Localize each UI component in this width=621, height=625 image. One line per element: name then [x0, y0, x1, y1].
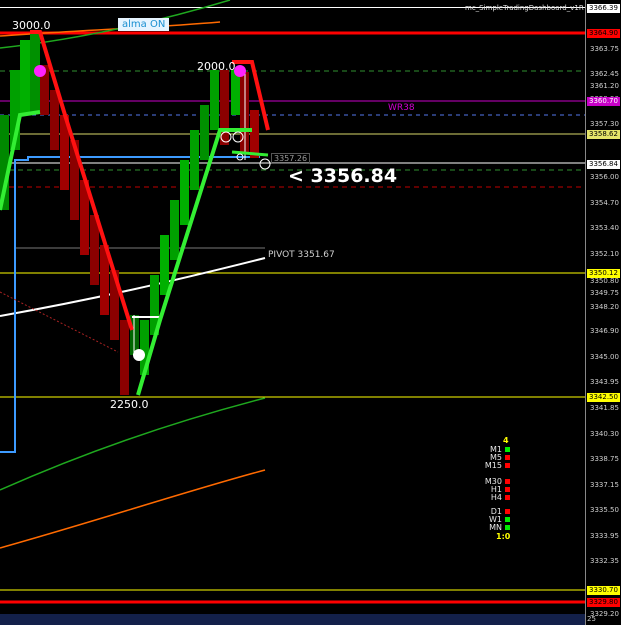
timeframe-label: M15 — [484, 461, 502, 470]
price-tag: 3358.62 — [587, 130, 620, 139]
price-tick: 3332.35 — [590, 557, 619, 565]
price-tick: 3346.90 — [590, 327, 619, 335]
label-price-small: 3357.26 — [271, 153, 311, 164]
status-square-icon — [505, 525, 510, 530]
status-square-icon — [505, 495, 510, 500]
timeframe-row: MN — [480, 524, 510, 532]
indicator-title: mc_SimpleTradingDashboard_v1R — [465, 4, 584, 12]
price-axis[interactable]: 3365.203363.753362.453361.203359.903357.… — [585, 0, 621, 625]
candle — [20, 40, 30, 115]
timeframe-row: H4 — [480, 494, 510, 502]
price-tick: 3340.30 — [590, 430, 619, 438]
status-square-icon — [505, 487, 510, 492]
candle — [50, 90, 59, 150]
price-tick: 3362.45 — [590, 70, 619, 78]
price-tag: 3356.84 — [587, 160, 620, 169]
label-3000: 3000.0 — [12, 19, 51, 32]
status-square-icon — [505, 447, 510, 452]
price-tag: 3360.70 — [587, 97, 620, 106]
ma-white — [0, 257, 266, 317]
price-tick: 3352.10 — [590, 250, 619, 258]
price-tag: 3329.80 — [587, 598, 620, 607]
price-tick: 3345.00 — [590, 353, 619, 361]
status-square-icon — [505, 517, 510, 522]
status-square-icon — [505, 509, 510, 514]
price-tick: 3363.75 — [590, 45, 619, 53]
price-tick: 3361.20 — [590, 82, 619, 90]
pivot-marker-magenta — [34, 65, 46, 77]
label-2000: 2000.0 — [197, 60, 236, 73]
price-tick: 3338.75 — [590, 455, 619, 463]
trend-green-short — [231, 150, 269, 157]
price-tag: 3364.90 — [587, 29, 620, 38]
status-square-icon — [505, 455, 510, 460]
price-tick: 3357.30 — [590, 120, 619, 128]
candle — [220, 70, 229, 145]
timeframe-label: MN — [489, 523, 502, 532]
ma-orange-bottom — [0, 469, 266, 549]
fractal-marker — [259, 158, 271, 170]
signal-count: 4 — [503, 436, 509, 445]
label-pivot: PIVOT 3351.67 — [268, 250, 335, 260]
bottom-scroll-strip[interactable] — [0, 614, 585, 625]
pivot-marker-magenta — [234, 65, 246, 77]
price-tick: 3356.00 — [590, 173, 619, 181]
price-tag: 3330.70 — [587, 586, 620, 595]
candle — [120, 320, 129, 395]
candle — [160, 235, 169, 295]
price-tick: 3353.40 — [590, 224, 619, 232]
price-tick: 3348.20 — [590, 303, 619, 311]
price-tick: 3335.50 — [590, 506, 619, 514]
status-square-icon — [505, 463, 510, 468]
candle — [250, 110, 259, 158]
candle — [200, 105, 209, 160]
price-tick: 3333.95 — [590, 532, 619, 540]
price-tick: 3349.75 — [590, 289, 619, 297]
candle — [210, 70, 219, 130]
price-tag: 3342.50 — [587, 393, 620, 402]
axis-bottom-label: 25 — [587, 615, 596, 623]
price-tick: 3343.95 — [590, 378, 619, 386]
timeframe-row: M15 — [480, 462, 510, 470]
price-tick: 3354.70 — [590, 199, 619, 207]
price-tick: 3350.80 — [590, 277, 619, 285]
pivot-marker-white — [133, 349, 145, 361]
current-price-readout: < 3356.84 — [288, 165, 398, 187]
price-tick: 3337.15 — [590, 481, 619, 489]
signal-ratio: 1:0 — [496, 532, 511, 541]
timeframe-label: H4 — [490, 493, 502, 502]
ma-green-bottom — [0, 397, 266, 491]
price-tick: 3341.85 — [590, 404, 619, 412]
candle — [180, 160, 189, 225]
label-wr38: WR38 — [388, 103, 415, 113]
price-tag: 3350.12 — [587, 269, 620, 278]
candles — [0, 32, 259, 395]
candle — [190, 130, 199, 190]
status-square-icon — [505, 479, 510, 484]
candle — [170, 200, 179, 260]
price-tag: 3366.39 — [587, 4, 620, 13]
alma-badge[interactable]: alma ON — [118, 18, 170, 31]
label-2250: 2250.0 — [110, 398, 149, 411]
